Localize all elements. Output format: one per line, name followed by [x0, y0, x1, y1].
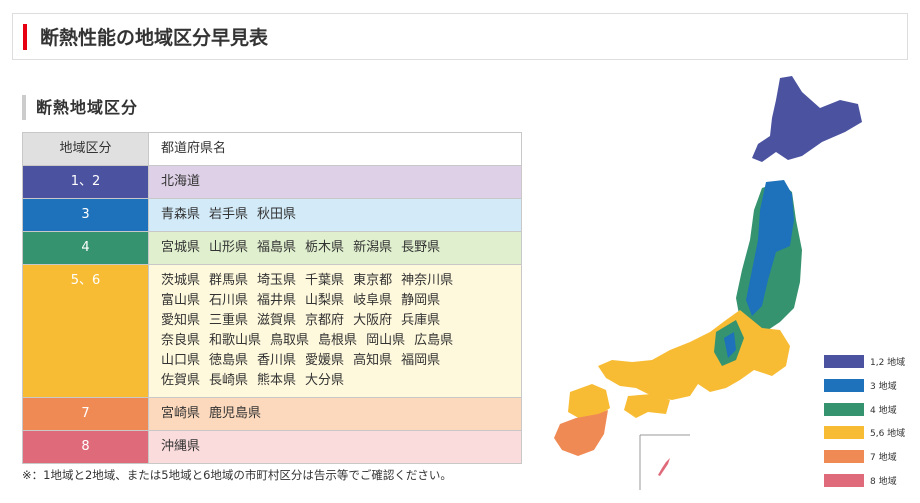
prefecture-name: 奈良県 — [161, 333, 201, 348]
prefecture-name: 新潟県 — [353, 240, 393, 255]
zone-cell: 5、6 — [22, 264, 149, 398]
prefecture-name: 山口県 — [161, 353, 201, 368]
prefecture-name: 長崎県 — [209, 373, 249, 388]
prefecture-name: 島根県 — [318, 333, 358, 348]
table-row: 7 宮崎県 鹿児島県 — [22, 397, 522, 431]
section-heading: 断熱地域区分 — [22, 95, 138, 120]
legend-swatch — [824, 450, 864, 464]
legend-label: 1,2 地域 — [870, 358, 906, 369]
zone-cell: 8 — [22, 430, 149, 464]
prefecture-name: 福井県 — [257, 293, 297, 308]
legend-item: 1,2 地域 — [824, 350, 905, 374]
header-prefectures: 都道府県名 — [148, 132, 522, 166]
prefecture-name: 岐阜県 — [353, 293, 393, 308]
zone-cell: 4 — [22, 231, 149, 265]
prefectures-cell: 宮崎県 鹿児島県 — [148, 397, 522, 431]
map-zone-1-2 — [752, 76, 862, 162]
zone-cell: 7 — [22, 397, 149, 431]
prefecture-name: 三重県 — [209, 313, 249, 328]
map-inset-frame — [639, 434, 690, 490]
prefecture-name: 千葉県 — [305, 273, 345, 288]
table-row: 8 沖縄県 — [22, 430, 522, 464]
prefecture-name: 秋田県 — [257, 207, 297, 222]
prefecture-name: 北海道 — [161, 174, 201, 189]
prefecture-name: 沖縄県 — [161, 439, 201, 454]
table-header-row: 地域区分 都道府県名 — [22, 132, 522, 166]
prefecture-name: 大阪府 — [353, 313, 393, 328]
table-row: 1、2 北海道 — [22, 165, 522, 199]
prefecture-name: 岡山県 — [366, 333, 406, 348]
map-zone-8 — [658, 458, 670, 476]
prefecture-name: 茨城県 — [161, 273, 201, 288]
legend-swatch — [824, 426, 864, 440]
prefecture-name: 徳島県 — [209, 353, 249, 368]
legend-item: 5,6 地域 — [824, 421, 905, 445]
prefecture-name: 福岡県 — [401, 353, 441, 368]
prefectures-cell: 青森県 岩手県 秋田県 — [148, 198, 522, 232]
prefecture-name: 大分県 — [305, 373, 345, 388]
prefecture-name: 福島県 — [257, 240, 297, 255]
prefecture-name: 兵庫県 — [401, 313, 441, 328]
japan-zone-map — [554, 76, 862, 490]
legend-label: 3 地域 — [870, 382, 897, 393]
legend-label: 8 地域 — [870, 476, 897, 487]
prefecture-name: 熊本県 — [257, 373, 297, 388]
prefecture-name: 石川県 — [209, 293, 249, 308]
prefecture-name: 群馬県 — [209, 273, 249, 288]
prefecture-name: 青森県 — [161, 207, 201, 222]
prefecture-name: 愛媛県 — [305, 353, 345, 368]
prefecture-name: 和歌山県 — [209, 333, 262, 348]
title-accent-bar — [23, 24, 27, 50]
prefecture-name: 岩手県 — [209, 207, 249, 222]
legend-item: 7 地域 — [824, 445, 905, 469]
legend-label: 4 地域 — [870, 405, 897, 416]
legend-item: 8 地域 — [824, 468, 905, 492]
map-legend: 1,2 地域 3 地域 4 地域 5,6 地域 7 地域 8 地域 — [824, 350, 905, 492]
legend-label: 7 地域 — [870, 453, 897, 464]
prefecture-name: 宮崎県 — [161, 406, 201, 421]
prefecture-name: 富山県 — [161, 293, 201, 308]
prefectures-cell: 宮城県 山形県 福島県 栃木県 新潟県 長野県 — [148, 231, 522, 265]
prefectures-cell: 茨城県 群馬県 埼玉県 千葉県 東京都 神奈川県富山県 石川県 福井県 山梨県 岐阜県 静岡県愛知県… — [148, 264, 522, 398]
legend-label: 5,6 地域 — [870, 429, 906, 440]
legend-swatch — [824, 355, 864, 369]
prefectures-cell: 沖縄県 — [148, 430, 522, 464]
table-row: 5、6 茨城県 群馬県 埼玉県 千葉県 東京都 神奈川県 富山県 石川県 福井県 山梨県 岐阜県 静岡県… — [22, 264, 522, 398]
legend-swatch — [824, 402, 864, 416]
zone-table: 地域区分 都道府県名 1、2 北海道 3 青森県 岩手県 秋田県 4 宮城県 山形県 福島県 栃木県… — [22, 132, 522, 464]
prefecture-name: 静岡県 — [401, 293, 441, 308]
prefecture-name: 宮城県 — [161, 240, 201, 255]
prefecture-name: 東京都 — [353, 273, 393, 288]
legend-item: 4 地域 — [824, 397, 905, 421]
prefecture-name: 山形県 — [209, 240, 249, 255]
footnote: ※：1地域と2地域、または5地域と6地域の市町村区分は告示等でご確認ください。 — [22, 468, 452, 482]
prefecture-name: 広島県 — [414, 333, 454, 348]
prefecture-name: 滋賀県 — [257, 313, 297, 328]
page-title: 断熱性能の地域区分早見表 — [40, 27, 269, 49]
prefecture-name: 長野県 — [401, 240, 441, 255]
prefecture-name: 栃木県 — [305, 240, 345, 255]
prefecture-name: 鳥取県 — [270, 333, 310, 348]
prefecture-name: 京都府 — [305, 313, 345, 328]
prefectures-cell: 北海道 — [148, 165, 522, 199]
prefecture-name: 高知県 — [353, 353, 393, 368]
table-row: 4 宮城県 山形県 福島県 栃木県 新潟県 長野県 — [22, 231, 522, 265]
prefecture-name: 埼玉県 — [257, 273, 297, 288]
prefecture-name: 神奈川県 — [401, 273, 454, 288]
legend-item: 3 地域 — [824, 374, 905, 398]
zone-cell: 3 — [22, 198, 149, 232]
prefecture-name: 香川県 — [257, 353, 297, 368]
legend-swatch — [824, 379, 864, 393]
legend-swatch — [824, 473, 864, 487]
prefecture-name: 山梨県 — [305, 293, 345, 308]
header-zone: 地域区分 — [22, 132, 149, 166]
prefecture-name: 鹿児島県 — [209, 406, 262, 421]
prefecture-name: 愛知県 — [161, 313, 201, 328]
table-row: 3 青森県 岩手県 秋田県 — [22, 198, 522, 232]
prefecture-name: 佐賀県 — [161, 373, 201, 388]
page-title-box: 断熱性能の地域区分早見表 — [12, 13, 908, 60]
zone-cell: 1、2 — [22, 165, 149, 199]
